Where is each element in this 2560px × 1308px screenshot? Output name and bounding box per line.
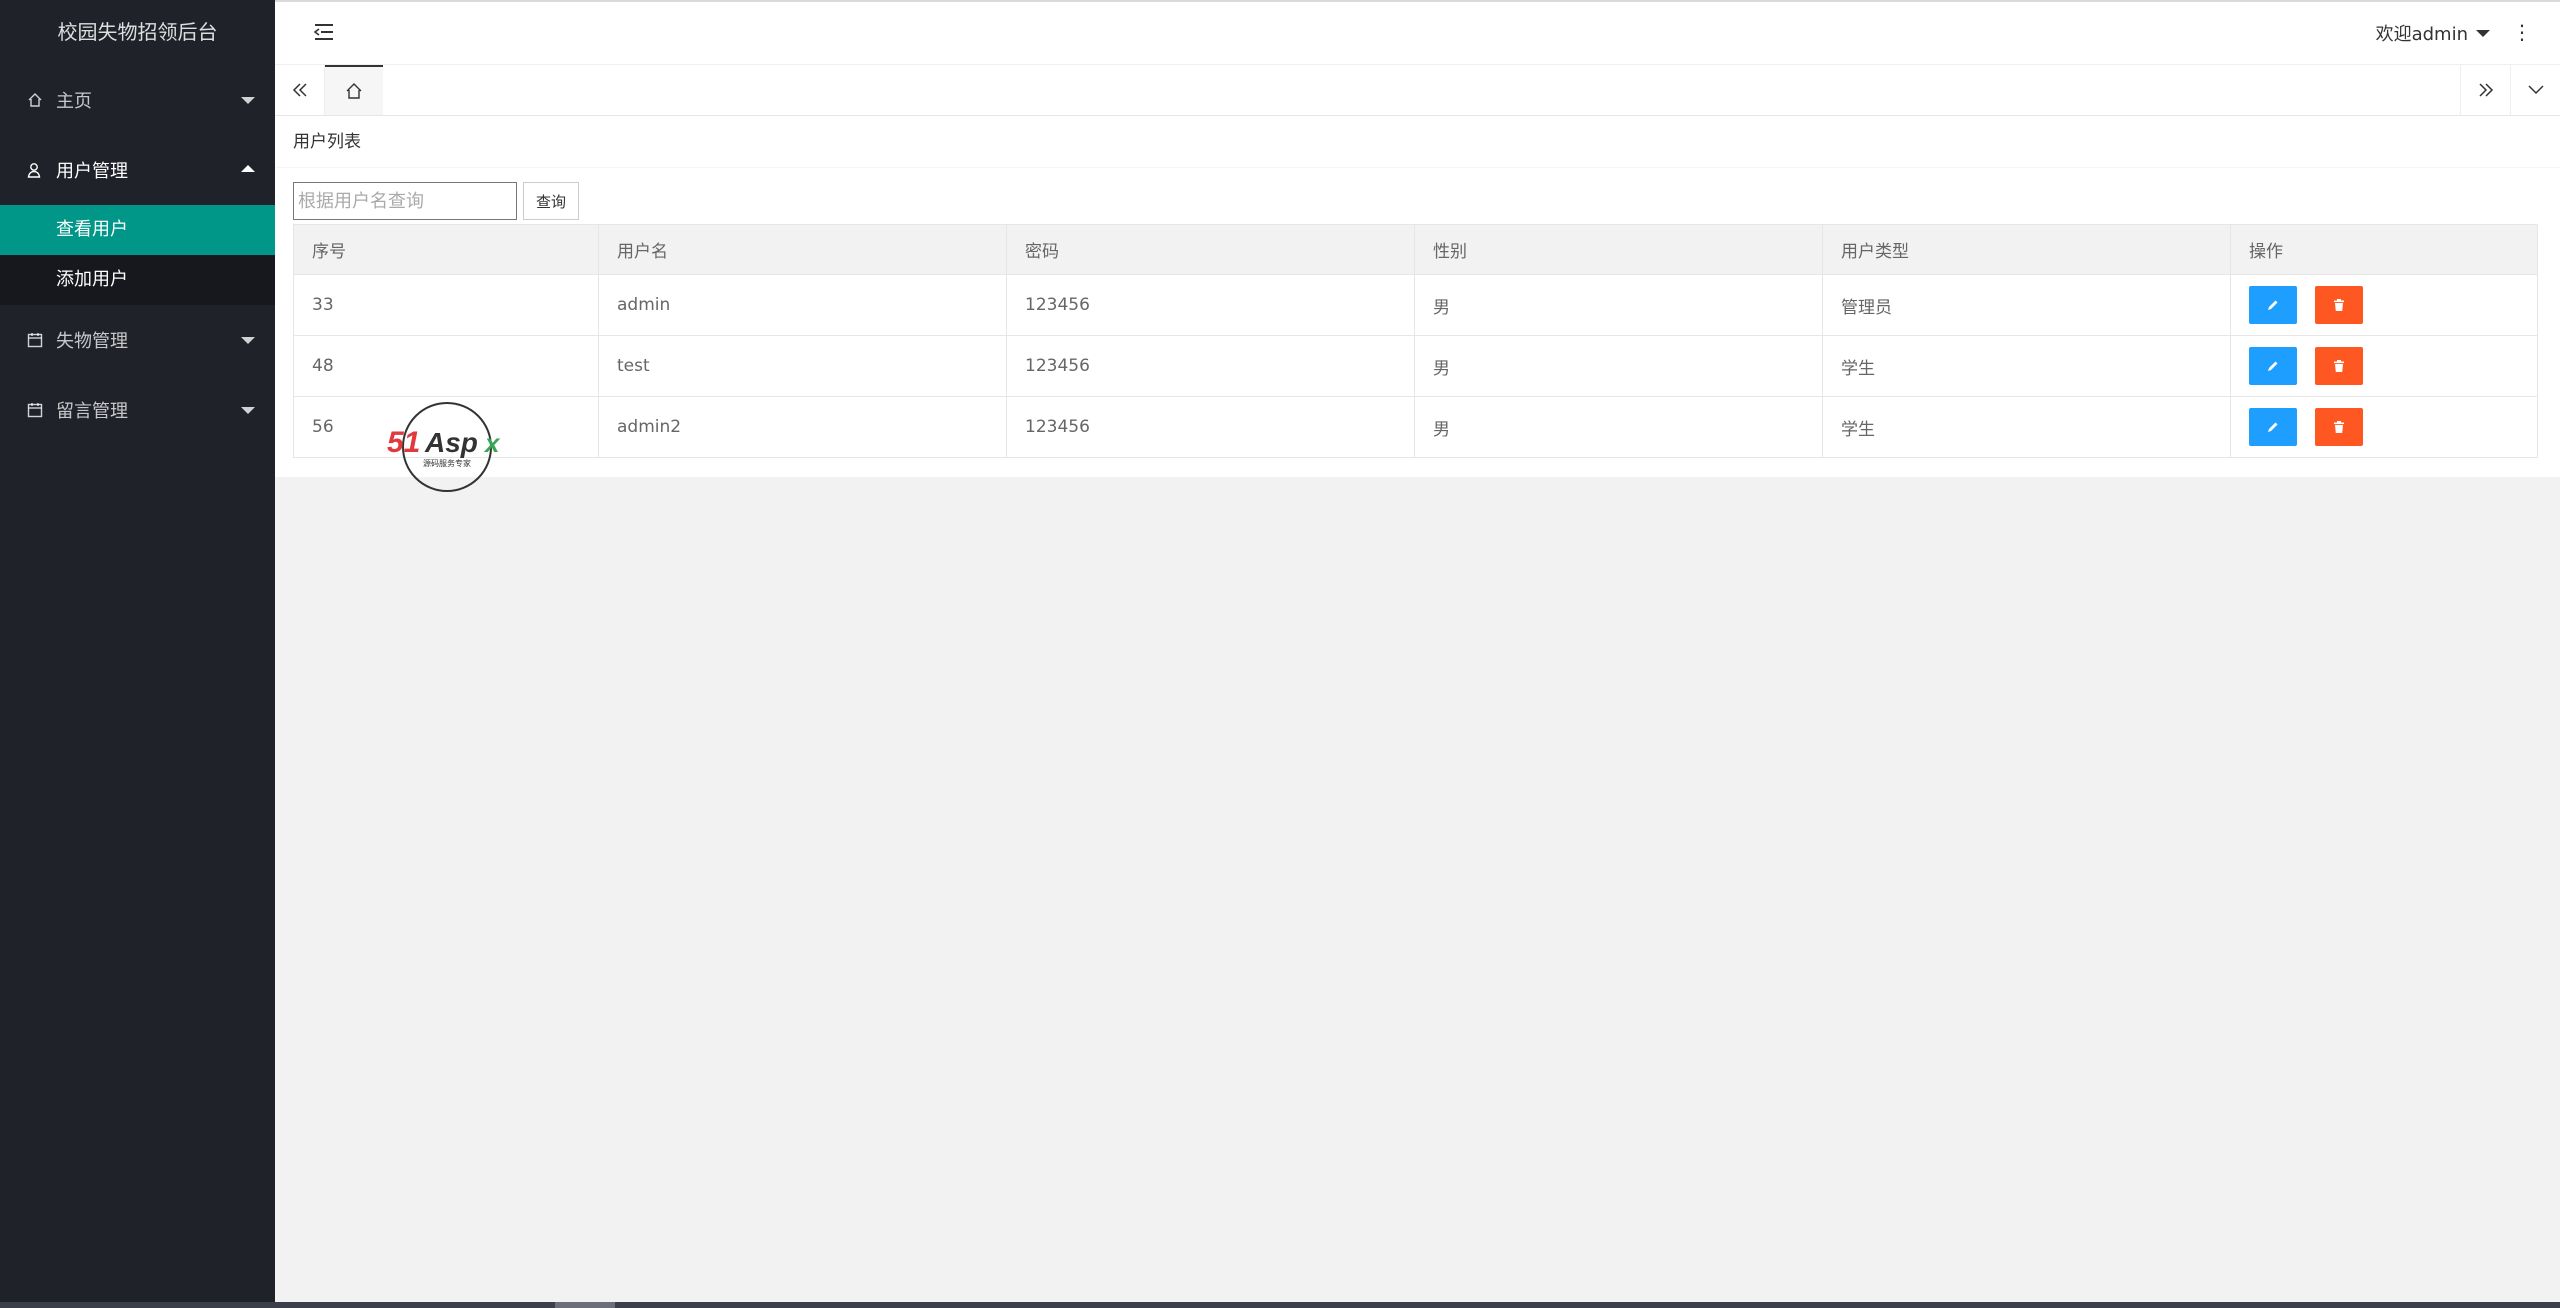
delete-button[interactable] (2315, 408, 2363, 446)
svg-text:Asp: Asp (424, 427, 478, 458)
user-menu[interactable]: 欢迎admin (2376, 20, 2490, 46)
sidebar-item-label: 主页 (56, 91, 92, 112)
chevron-up-icon (241, 165, 255, 172)
edit-button[interactable] (2249, 408, 2297, 446)
table-cell: 男 (1414, 274, 1823, 336)
search-button[interactable]: 查询 (523, 182, 579, 220)
table-row: 48 test 123456 男 学生 (293, 335, 2538, 397)
chevron-down-icon (241, 337, 255, 344)
home-icon (26, 91, 44, 109)
tab-home[interactable] (325, 65, 383, 115)
welcome-text: 欢迎admin (2375, 24, 2468, 45)
user-submenu: 查看用户 添加用户 (0, 205, 275, 305)
table-cell: 管理员 (1822, 274, 2231, 336)
column-header: 序号 (293, 224, 599, 275)
table-cell: admin (598, 274, 1007, 336)
sidebar-item-label: 留言管理 (56, 401, 128, 422)
table-row: 33 admin 123456 男 管理员 (293, 274, 2538, 336)
calendar-icon (26, 331, 44, 349)
app-title: 校园失物招领后台 (57, 20, 218, 44)
user-table: 序号 用户名 密码 性别 用户类型 操作 33 admin 123456 男 管… (293, 224, 2538, 458)
chevron-down-icon (241, 97, 255, 104)
card-title: 用户列表 (275, 116, 2560, 168)
column-header: 操作 (2230, 224, 2538, 275)
top-header: 欢迎admin ⋮ (275, 0, 2560, 65)
svg-text:51: 51 (387, 426, 420, 459)
sidebar-item-label: 用户管理 (56, 161, 128, 182)
table-cell: 123456 (1006, 396, 1415, 458)
tabs-scroll-right-icon[interactable] (2460, 65, 2510, 115)
search-bar: 查询 (293, 182, 579, 220)
edit-button[interactable] (2249, 286, 2297, 324)
pencil-icon (2268, 300, 2278, 310)
table-cell: 123456 (1006, 335, 1415, 397)
pencil-icon (2268, 361, 2278, 371)
main-card: 用户列表 查询 序号 用户名 密码 性别 用户类型 操作 33 admin 12… (275, 116, 2560, 477)
table-cell: 男 (1414, 335, 1823, 397)
delete-button[interactable] (2315, 347, 2363, 385)
sidebar-item-view-users[interactable]: 查看用户 (0, 205, 275, 255)
calendar-icon (26, 401, 44, 419)
table-cell: 48 (293, 335, 599, 397)
caret-down-icon (2476, 29, 2490, 37)
column-header: 用户名 (598, 224, 1007, 275)
trash-icon (2334, 299, 2344, 311)
edit-button[interactable] (2249, 347, 2297, 385)
table-actions (2230, 335, 2538, 397)
search-input[interactable] (293, 182, 517, 220)
pencil-icon (2268, 422, 2278, 432)
table-actions (2230, 396, 2538, 458)
svg-text:x: x (483, 428, 501, 458)
menu-toggle-icon[interactable] (313, 22, 337, 44)
sidebar-item-user-management[interactable]: 用户管理 (0, 135, 275, 205)
tab-bar (275, 65, 2560, 116)
sidebar: 校园失物招领后台 主页 用户管理 查看用户 添加用户 失物管理 留言管理 (0, 0, 275, 1308)
sidebar-item-lost-items[interactable]: 失物管理 (0, 305, 275, 375)
table-cell: 学生 (1822, 396, 2231, 458)
table-row: 56 admin2 123456 男 学生 (293, 396, 2538, 458)
scrollbar-thumb[interactable] (555, 1302, 615, 1308)
column-header: 用户类型 (1822, 224, 2231, 275)
table-cell: 男 (1414, 396, 1823, 458)
sidebar-item-home[interactable]: 主页 (0, 65, 275, 135)
trash-icon (2334, 360, 2344, 372)
bottom-scrollbar[interactable] (0, 1302, 2560, 1308)
delete-button[interactable] (2315, 286, 2363, 324)
more-vertical-icon[interactable]: ⋮ (2512, 20, 2532, 44)
tabs-scroll-left-icon[interactable] (275, 65, 325, 115)
sidebar-item-label: 失物管理 (56, 331, 128, 352)
tabs-menu-chevron-down-icon[interactable] (2510, 65, 2560, 115)
trash-icon (2334, 421, 2344, 433)
table-cell: 学生 (1822, 335, 2231, 397)
sidebar-item-add-user[interactable]: 添加用户 (0, 255, 275, 305)
svg-text:源码服务专家: 源码服务专家 (423, 458, 471, 468)
table-header-row: 序号 用户名 密码 性别 用户类型 操作 (293, 224, 2538, 275)
column-header: 密码 (1006, 224, 1415, 275)
table-cell: admin2 (598, 396, 1007, 458)
table-cell: 123456 (1006, 274, 1415, 336)
sidebar-item-messages[interactable]: 留言管理 (0, 375, 275, 445)
table-cell: test (598, 335, 1007, 397)
home-icon (346, 83, 362, 99)
table-cell: 33 (293, 274, 599, 336)
chevron-down-icon (241, 407, 255, 414)
column-header: 性别 (1414, 224, 1823, 275)
watermark-logo: 51 Asp x 源码服务专家 (387, 402, 501, 492)
user-icon (26, 161, 44, 179)
table-actions (2230, 274, 2538, 336)
